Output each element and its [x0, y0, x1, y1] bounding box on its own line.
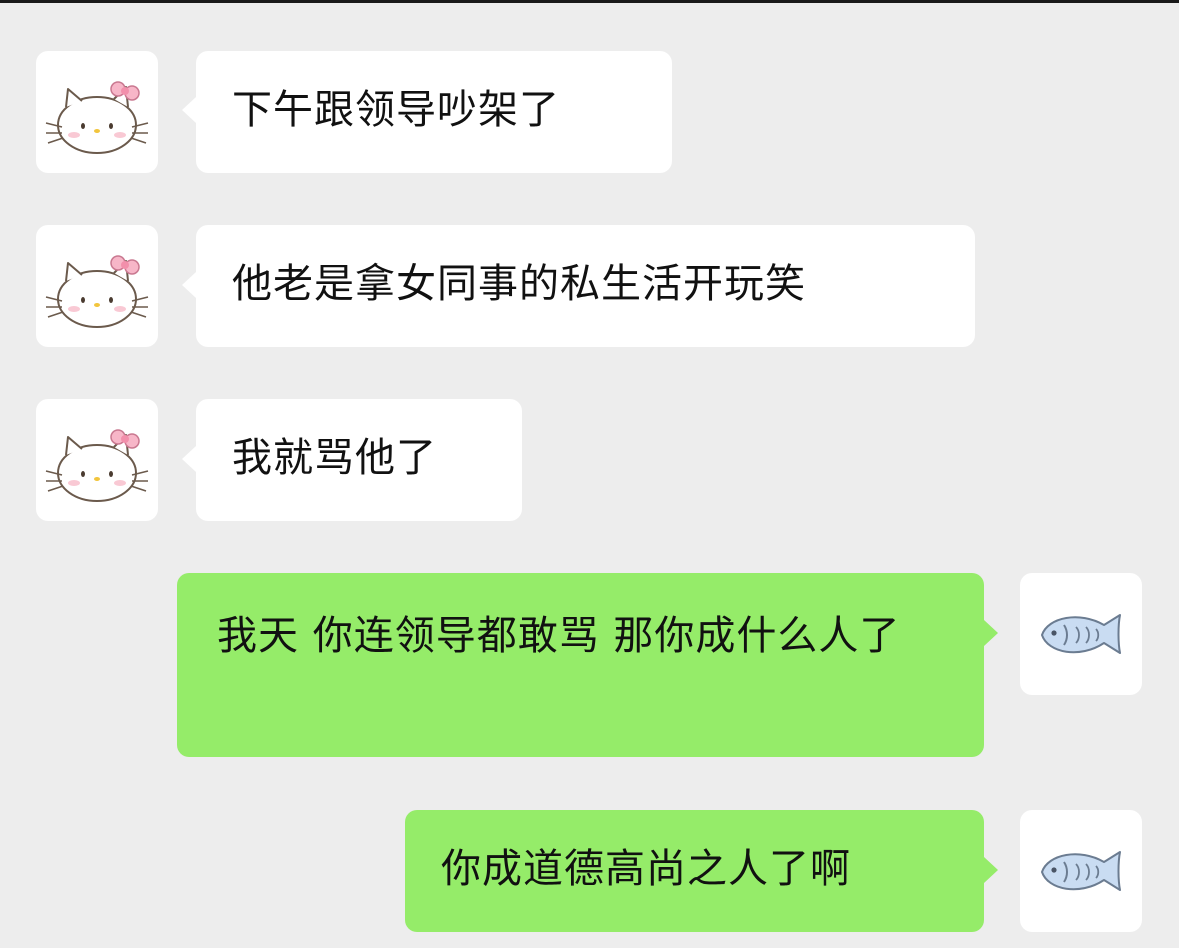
my-avatar[interactable]: [1020, 810, 1142, 932]
message-text: 他老是拿女同事的私生活开玩笑: [232, 261, 806, 307]
fish-icon: [1041, 851, 1121, 891]
bubble-tail: [182, 272, 196, 298]
contact-avatar[interactable]: [36, 51, 158, 173]
top-edge-bar: [0, 0, 1179, 3]
bubble-tail: [984, 620, 998, 646]
incoming-message-bubble[interactable]: 我就骂他了: [196, 399, 522, 521]
bubble-tail: [182, 97, 196, 123]
outgoing-message-bubble[interactable]: 我天 你连领导都敢骂 那你成什么人了: [177, 573, 984, 757]
my-avatar[interactable]: [1020, 573, 1142, 695]
hello-kitty-icon: [45, 429, 149, 502]
hello-kitty-icon: [45, 255, 149, 328]
message-text: 我天 你连领导都敢骂 那你成什么人了: [217, 613, 901, 659]
message-text: 我就骂他了: [232, 435, 437, 481]
fish-icon: [1041, 614, 1121, 654]
incoming-message-bubble[interactable]: 他老是拿女同事的私生活开玩笑: [196, 225, 975, 347]
incoming-message-bubble[interactable]: 下午跟领导吵架了: [196, 51, 672, 173]
hello-kitty-icon: [45, 81, 149, 154]
bubble-tail: [984, 857, 998, 883]
message-text: 你成道德高尚之人了啊: [441, 846, 851, 892]
message-text: 下午跟领导吵架了: [232, 87, 560, 133]
contact-avatar[interactable]: [36, 399, 158, 521]
bubble-tail: [182, 446, 196, 472]
outgoing-message-bubble[interactable]: 你成道德高尚之人了啊: [405, 810, 984, 932]
contact-avatar[interactable]: [36, 225, 158, 347]
